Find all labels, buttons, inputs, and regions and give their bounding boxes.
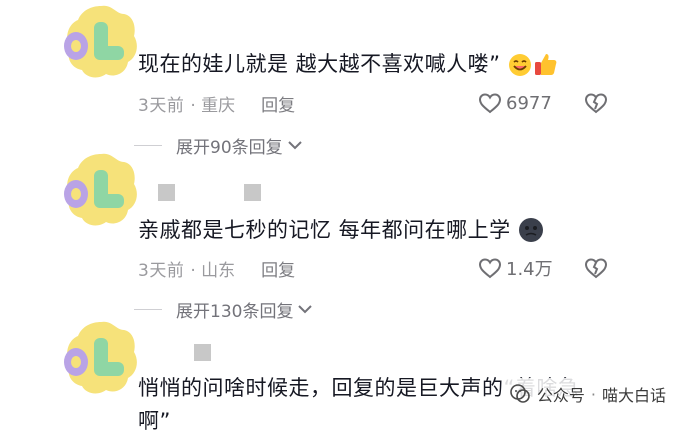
comment-text-line: 悄悄的问啥时候走，回复的是巨大声的“着啥急 [138,376,580,400]
heart-icon [478,258,502,279]
redaction-block [158,184,175,201]
avatar-image [64,5,137,78]
broken-heart-icon[interactable] [584,91,608,115]
like-count: 6977 [506,92,552,114]
watermark-name: 喵大白话 [601,386,666,405]
watermark: 公众号 · 喵大白话 [502,378,672,410]
like-count: 1.4万 [506,259,553,280]
comment-meta: 3天前 · 重庆 回复 [138,91,295,116]
wechat-official-account-icon [510,384,530,403]
reply-button[interactable]: 回复 [261,91,295,116]
chevron-down-icon [287,141,302,150]
divider-line [134,144,162,146]
divider-line [134,308,162,310]
comment-location: · 山东 [190,260,236,281]
watermark-separator: · [590,384,596,404]
expand-label: 展开130条回复 [176,301,294,322]
comment-text: 亲戚都是七秒的记忆 每年都问在哪上学 [138,214,594,247]
avatar-image [64,321,137,394]
avatar[interactable] [62,2,140,80]
expand-replies-button[interactable]: 展开90条回复 [134,133,303,158]
avatar[interactable] [62,150,140,228]
avatar-image [64,153,137,226]
watermark-channel: 公众号 [536,386,585,405]
comment-text: 现在的娃儿就是 越大越不喜欢喊人喽” [138,48,594,81]
comment-time: 3天前 [138,260,185,281]
avatar[interactable] [62,318,140,396]
dark-face-emoji-icon [518,218,543,242]
chevron-down-icon [298,305,313,314]
thumbs-up-emoji-icon [534,54,557,75]
comment-text-line: 啊” [138,409,171,433]
comment-text: 悄悄的问啥时候走，回复的是巨大声的“着啥急 啊” [138,372,580,438]
broken-heart-icon[interactable] [584,256,608,280]
comment-location: · 重庆 [190,95,236,116]
smile-emoji-icon [508,54,531,76]
comment-meta: 3天前 · 山东 回复 [138,256,295,281]
expand-label: 展开90条回复 [176,137,283,158]
like-button[interactable]: 1.4万 [478,256,553,280]
heart-icon [478,93,502,114]
comment-time: 3天前 [138,95,185,116]
like-button[interactable]: 6977 [478,91,552,115]
reply-button[interactable]: 回复 [261,256,295,281]
redaction-block [194,344,211,361]
redaction-block [244,184,261,201]
expand-replies-button[interactable]: 展开130条回复 [134,297,313,322]
